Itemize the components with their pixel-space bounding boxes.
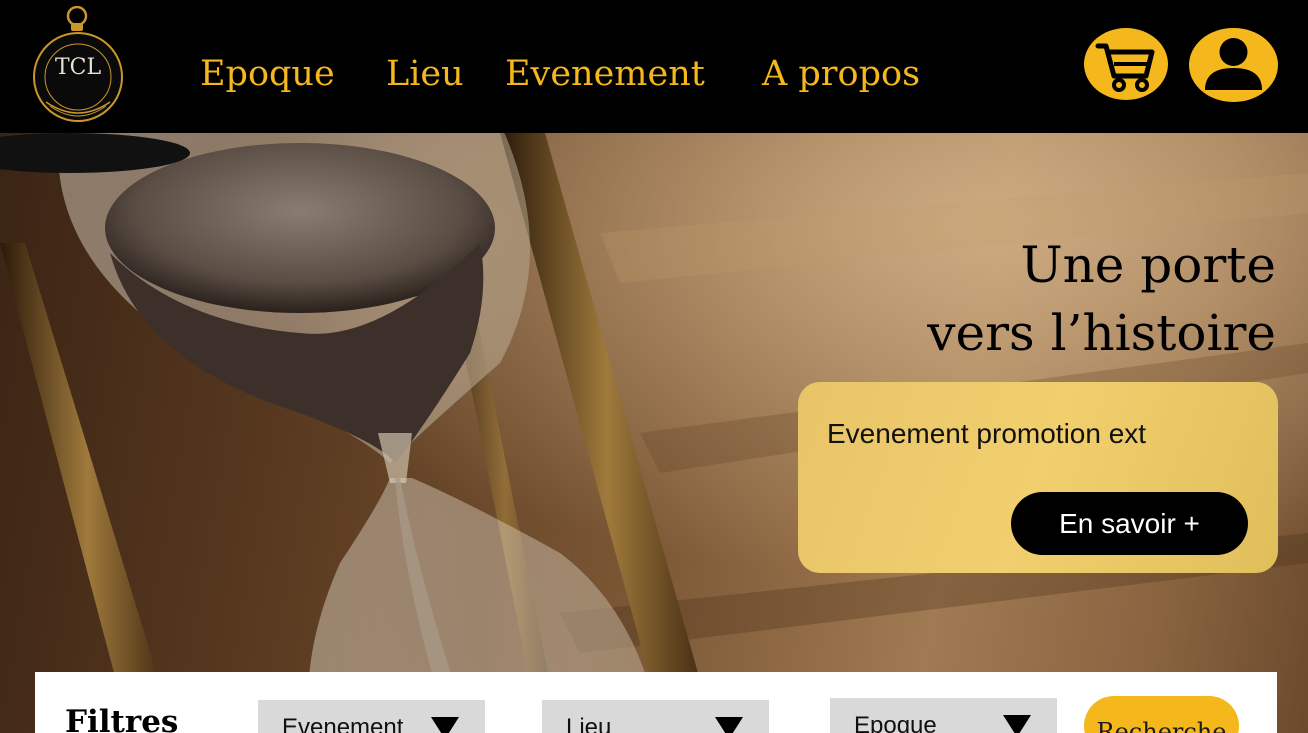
hero-title: Une porte vers l’histoire [927,231,1276,367]
pocket-watch-logo-icon: TCL [33,5,123,122]
promo-text: Evenement promotion ext [827,418,1147,449]
lieu-select-value: Lieu [566,714,612,733]
learn-more-button[interactable]: En savoir + [1011,492,1248,555]
evenement-select[interactable]: Evenement [258,700,485,733]
promo-card: Evenement promotion ext En savoir + [798,382,1278,573]
nav-epoque[interactable]: Epoque [200,48,335,100]
user-icon [1205,38,1262,90]
nav-evenement[interactable]: Evenement [505,48,705,100]
epoque-select[interactable]: Epoque [830,698,1057,733]
shopping-cart-icon [1095,43,1155,92]
tcl-logo[interactable]: TCL [28,5,128,126]
site-header: TCL Epoque Lieu Evenement A propos [0,0,1308,133]
dropdown-arrow-icon [1003,715,1031,733]
filter-bar: Filtres Evenement Lieu Epoque Recherche [35,672,1277,733]
hero-title-line-1: Une porte [1020,236,1276,294]
epoque-select-value: Epoque [854,712,937,733]
hero-section: Une porte vers l’histoire Evenement prom… [0,133,1308,733]
nav-a-propos[interactable]: A propos [762,48,920,100]
cart-button[interactable] [1084,28,1168,100]
nav-lieu[interactable]: Lieu [386,48,464,100]
search-button[interactable]: Recherche [1084,696,1239,733]
account-button[interactable] [1189,28,1278,102]
logo-monogram: TCL [55,55,102,80]
dropdown-arrow-icon [431,717,459,733]
hero-title-line-2: vers l’histoire [927,304,1276,362]
filters-title: Filtres [65,704,179,733]
evenement-select-value: Evenement [282,714,404,733]
lieu-select[interactable]: Lieu [542,700,769,733]
dropdown-arrow-icon [715,717,743,733]
